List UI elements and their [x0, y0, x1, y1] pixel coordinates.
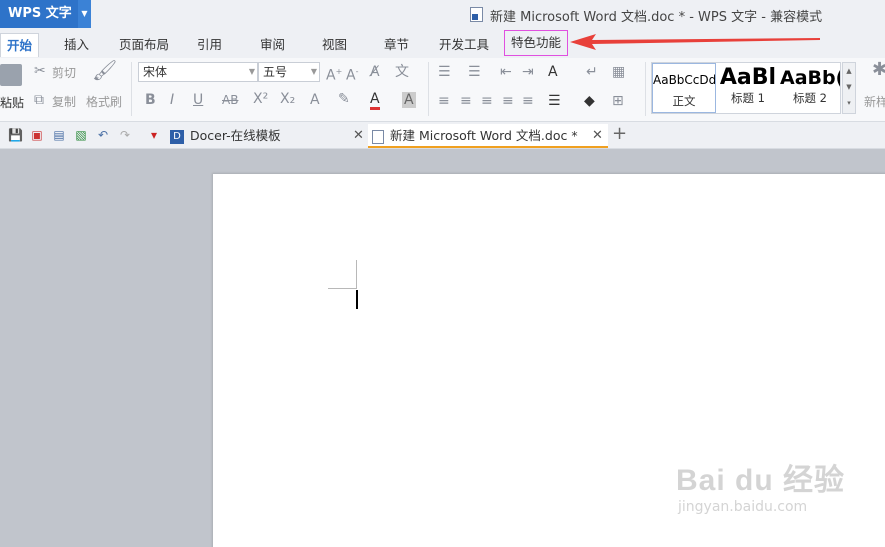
line-spacing-icon[interactable]: ☰	[548, 93, 561, 109]
chevron-down-icon: ▼	[248, 67, 255, 76]
margin-marker	[356, 260, 357, 289]
style-heading-2-label: 标题 2	[793, 91, 827, 105]
style-normal-sample: AaBbCcDd	[653, 73, 715, 87]
doc-tab-docer-label: Docer-在线模板	[190, 128, 281, 143]
window-title: 新建 Microsoft Word 文档.doc * - WPS 文字 - 兼容…	[490, 10, 823, 25]
styles-scroll[interactable]: ▲ ▼ ▾	[842, 62, 856, 114]
style-normal[interactable]: AaBbCcDd 正文	[652, 63, 716, 113]
underline-icon[interactable]: U	[193, 92, 203, 108]
new-style-icon[interactable]: ✱	[872, 61, 885, 79]
align-center-icon[interactable]: ≡	[460, 93, 472, 109]
style-heading-2-sample: AaBb(	[780, 67, 840, 89]
doc-tab-current[interactable]: 新建 Microsoft Word 文档.doc * ✕	[368, 124, 608, 148]
separator	[428, 62, 429, 116]
align-right-icon[interactable]: ≡	[481, 93, 493, 109]
shrink-font-icon[interactable]: A-	[346, 64, 358, 84]
text-effect-icon[interactable]: A	[310, 92, 320, 108]
customize-toolbar-icon[interactable]: ▾	[147, 128, 161, 142]
superscript-icon[interactable]: X²	[253, 91, 268, 107]
word-doc-icon	[372, 129, 384, 144]
copy-icon[interactable]: ⧉	[34, 92, 44, 108]
font-name-value: 宋体	[143, 65, 168, 79]
tab-view[interactable]: 视图	[322, 33, 347, 57]
export-pdf-icon[interactable]: ▣	[30, 128, 44, 142]
cut-icon[interactable]: ✂	[34, 63, 46, 79]
new-tab-icon[interactable]: +	[612, 123, 627, 144]
undo-icon[interactable]: ↶	[96, 128, 110, 142]
save-icon[interactable]: 💾	[8, 128, 23, 142]
tab-special-features[interactable]: 特色功能	[504, 30, 569, 56]
strikethrough-icon[interactable]: AB	[222, 92, 238, 108]
margin-marker	[328, 288, 356, 289]
table-icon[interactable]: ▦	[612, 64, 625, 80]
decrease-indent-icon[interactable]: ⇤	[500, 64, 512, 80]
new-style-label[interactable]: 新样	[864, 93, 885, 110]
close-icon[interactable]: ✕	[592, 124, 603, 148]
char-shading-icon[interactable]: A	[402, 92, 416, 108]
bold-icon[interactable]: B	[145, 92, 156, 108]
doc-tab-current-label: 新建 Microsoft Word 文档.doc *	[390, 128, 578, 143]
style-heading-2[interactable]: AaBb( 标题 2	[780, 63, 840, 113]
clear-format-icon[interactable]: A̸	[370, 64, 380, 80]
style-heading-1[interactable]: AaBl 标题 1	[716, 63, 780, 113]
annotation-arrow	[570, 34, 820, 50]
cut-label[interactable]: 剪切	[52, 64, 76, 81]
separator	[131, 62, 132, 116]
app-menu-button[interactable]: WPS 文字	[0, 0, 78, 28]
watermark-main: Bai du 经验	[676, 464, 846, 497]
font-name-select[interactable]: 宋体 ▼	[138, 62, 258, 82]
close-icon[interactable]: ✕	[353, 124, 364, 148]
phonetic-icon[interactable]: 文	[395, 64, 409, 80]
print-icon[interactable]: ▤	[52, 128, 66, 142]
print-preview-icon[interactable]: ▧	[74, 128, 88, 142]
increase-indent-icon[interactable]: ⇥	[522, 64, 534, 80]
numbering-icon[interactable]: ☰	[468, 64, 481, 80]
chevron-down-icon: ▼	[310, 67, 317, 76]
tab-home[interactable]: 开始	[0, 33, 40, 57]
watermark-sub: jingyan.baidu.com	[678, 499, 808, 515]
italic-icon[interactable]: I	[170, 92, 174, 108]
justify-icon[interactable]: ≡	[502, 93, 514, 109]
format-painter-icon[interactable]: 🖌	[92, 60, 117, 80]
title-bar: WPS 文字 ▼ 新建 Microsoft Word 文档.doc * - WP…	[0, 0, 885, 28]
paste-icon[interactable]	[0, 64, 22, 86]
tab-developer[interactable]: 开发工具	[439, 33, 489, 57]
font-color-icon[interactable]: A	[370, 91, 380, 110]
align-left-icon[interactable]: ≡	[438, 93, 450, 109]
ribbon-toolbar: 粘贴 ✂ 剪切 ⧉ 复制 🖌 格式刷 宋体 ▼ 五号 ▼ A+ A- A̸ 文 B …	[0, 58, 885, 122]
subscript-icon[interactable]: X₂	[280, 91, 295, 107]
borders-icon[interactable]: ⊞	[612, 93, 624, 109]
format-painter-label[interactable]: 格式刷	[86, 93, 122, 110]
font-size-select[interactable]: 五号 ▼	[258, 62, 320, 82]
document-icon	[470, 7, 483, 22]
watermark: Bai du 经验 jingyan.baidu.com	[676, 455, 845, 515]
highlight-icon[interactable]: ✎	[338, 91, 350, 107]
text-cursor	[356, 290, 358, 309]
tab-page-layout[interactable]: 页面布局	[119, 33, 169, 57]
paragraph-mark-icon[interactable]: ↵	[586, 64, 598, 80]
grow-font-icon[interactable]: A+	[326, 64, 342, 84]
tab-insert[interactable]: 插入	[64, 33, 89, 57]
separator	[645, 62, 646, 116]
document-tab-bar: 💾 ▣ ▤ ▧ ↶ ↷ ▾ D Docer-在线模板 ✕ 新建 Microsoft…	[0, 122, 885, 149]
style-normal-label: 正文	[672, 94, 696, 108]
style-heading-1-sample: AaBl	[719, 65, 777, 90]
bullets-icon[interactable]: ☰	[438, 64, 451, 80]
tab-sections[interactable]: 章节	[384, 33, 409, 57]
redo-icon[interactable]: ↷	[118, 128, 132, 142]
shading-icon[interactable]: ◆	[584, 93, 595, 109]
app-menu-dropdown-icon[interactable]: ▼	[78, 0, 91, 28]
paste-label[interactable]: 粘贴	[0, 94, 24, 111]
styles-gallery: AaBbCcDd 正文 AaBl 标题 1 AaBb( 标题 2	[651, 62, 841, 114]
docer-icon: D	[170, 129, 184, 144]
app-name: WPS 文字	[8, 6, 72, 21]
tab-review[interactable]: 审阅	[260, 33, 285, 57]
font-size-value: 五号	[263, 65, 288, 79]
copy-label[interactable]: 复制	[52, 93, 76, 110]
case-icon[interactable]: A	[548, 64, 558, 80]
tab-references[interactable]: 引用	[197, 33, 222, 57]
distributed-icon[interactable]: ≡	[522, 93, 534, 109]
style-heading-1-label: 标题 1	[731, 91, 765, 105]
doc-tab-docer[interactable]: D Docer-在线模板 ✕	[170, 124, 365, 148]
